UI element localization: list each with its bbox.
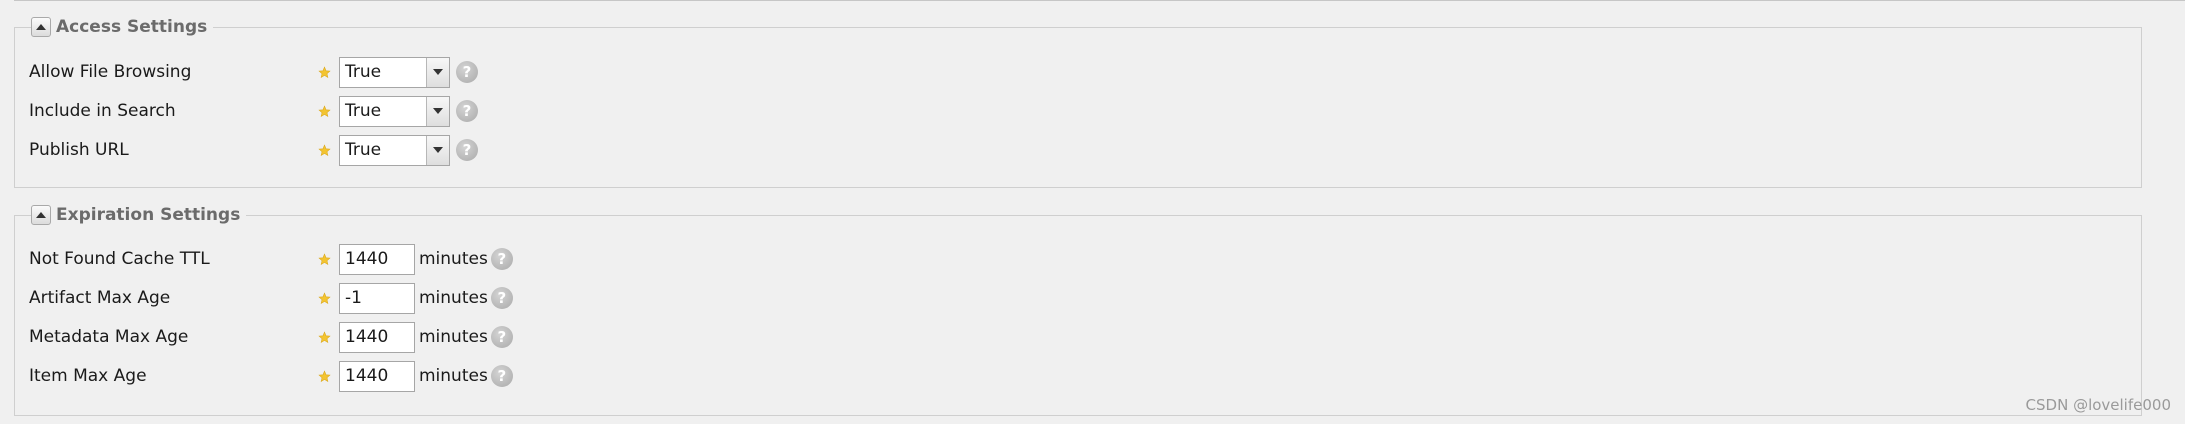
triangle-up-icon (36, 212, 46, 218)
artifact-max-age-input[interactable] (339, 282, 415, 314)
expiration-settings-collapse-button[interactable] (31, 205, 51, 225)
question-icon[interactable]: ? (490, 365, 513, 387)
expiration-settings-section: Expiration Settings Not Found Cache TTL … (14, 204, 2142, 416)
allow-file-browsing-row: Allow File Browsing True ? (29, 56, 478, 88)
allow-file-browsing-label: Allow File Browsing (29, 62, 192, 82)
expiration-settings-legend: Expiration Settings (31, 204, 247, 226)
metadata-max-age-input[interactable] (339, 321, 415, 353)
not-found-cache-ttl-input[interactable] (339, 243, 415, 275)
metadata-max-age-label: Metadata Max Age (29, 327, 189, 347)
publish-url-label: Publish URL (29, 140, 129, 160)
allow-file-browsing-select[interactable]: True (339, 56, 450, 88)
chevron-down-icon (433, 108, 443, 114)
star-icon (317, 252, 331, 266)
item-max-age-label: Item Max Age (29, 366, 147, 386)
dropdown-button[interactable] (426, 96, 449, 126)
question-icon[interactable]: ? (490, 326, 513, 348)
star-icon (317, 330, 331, 344)
artifact-max-age-label: Artifact Max Age (29, 288, 171, 308)
access-settings-legend: Access Settings (31, 16, 214, 38)
question-icon[interactable]: ? (456, 61, 478, 83)
dropdown-button[interactable] (426, 135, 449, 165)
publish-url-select[interactable]: True (339, 134, 450, 166)
item-max-age-row: Item Max Age minutes ? (29, 360, 513, 392)
question-icon[interactable]: ? (490, 248, 513, 270)
chevron-down-icon (433, 69, 443, 75)
access-settings-section: Access Settings Allow File Browsing True… (14, 16, 2142, 188)
question-icon[interactable]: ? (456, 100, 478, 122)
publish-url-value: True (345, 140, 382, 160)
unit-label: minutes (419, 327, 488, 347)
unit-label: minutes (419, 366, 488, 386)
star-icon (317, 291, 331, 305)
star-icon (317, 369, 331, 383)
star-icon (317, 104, 331, 118)
access-settings-title: Access Settings (56, 17, 208, 37)
top-divider (14, 0, 2185, 2)
not-found-cache-ttl-row: Not Found Cache TTL minutes ? (29, 243, 513, 275)
include-in-search-value: True (345, 101, 382, 121)
include-in-search-select[interactable]: True (339, 95, 450, 127)
star-icon (317, 65, 331, 79)
chevron-down-icon (433, 147, 443, 153)
triangle-up-icon (36, 24, 46, 30)
question-icon[interactable]: ? (456, 139, 478, 161)
unit-label: minutes (419, 288, 488, 308)
unit-label: minutes (419, 249, 488, 269)
dropdown-button[interactable] (426, 57, 449, 87)
allow-file-browsing-value: True (345, 62, 382, 82)
settings-page: Access Settings Allow File Browsing True… (0, 0, 2185, 424)
not-found-cache-ttl-label: Not Found Cache TTL (29, 249, 210, 269)
item-max-age-input[interactable] (339, 360, 415, 392)
access-settings-collapse-button[interactable] (31, 17, 51, 37)
artifact-max-age-row: Artifact Max Age minutes ? (29, 282, 513, 314)
question-icon[interactable]: ? (490, 287, 513, 309)
include-in-search-row: Include in Search True ? (29, 95, 478, 127)
expiration-settings-title: Expiration Settings (56, 205, 241, 225)
star-icon (317, 143, 331, 157)
include-in-search-label: Include in Search (29, 101, 176, 121)
watermark-text: CSDN @lovelife000 (2025, 396, 2171, 414)
metadata-max-age-row: Metadata Max Age minutes ? (29, 321, 513, 353)
publish-url-row: Publish URL True ? (29, 134, 478, 166)
